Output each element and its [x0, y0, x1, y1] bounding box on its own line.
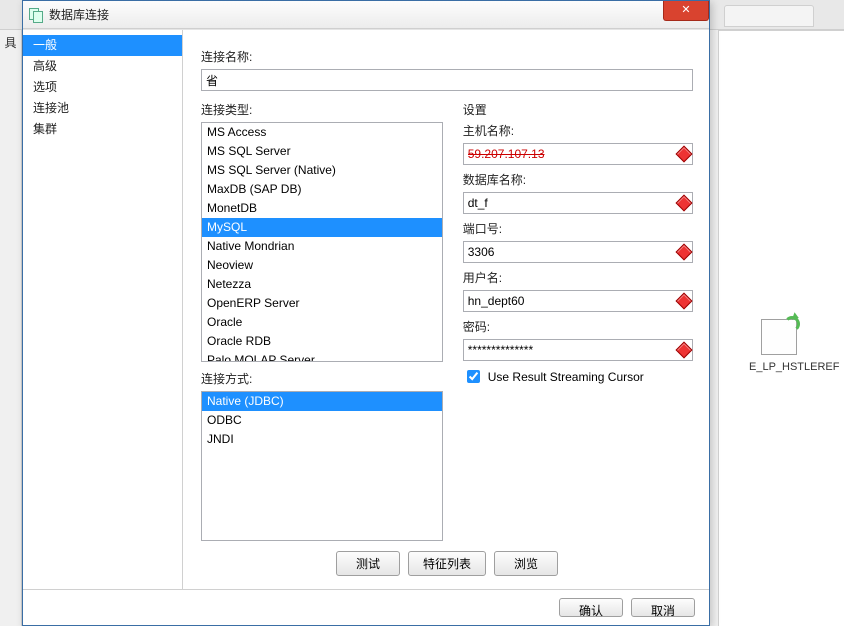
- streaming-cursor-label: Use Result Streaming Cursor: [488, 370, 644, 384]
- db-name-input[interactable]: [463, 192, 693, 214]
- nav-item-集群[interactable]: 集群: [23, 119, 182, 140]
- connection-mode-listbox[interactable]: Native (JDBC)ODBCJNDI: [201, 391, 443, 541]
- streaming-cursor-checkbox-row[interactable]: Use Result Streaming Cursor: [463, 367, 693, 386]
- dialog-title: 数据库连接: [49, 6, 109, 23]
- username-label: 用户名:: [463, 269, 693, 286]
- settings-title: 设置: [463, 101, 693, 118]
- conn-type-option[interactable]: Neoview: [202, 256, 442, 275]
- conn-mode-option[interactable]: ODBC: [202, 411, 442, 430]
- background-panel-right: E_LP_HSTLEREF: [718, 30, 844, 626]
- conn-type-option[interactable]: Palo MOLAP Server: [202, 351, 442, 362]
- conn-type-option[interactable]: Oracle: [202, 313, 442, 332]
- conn-type-option[interactable]: MS SQL Server: [202, 142, 442, 161]
- port-label: 端口号:: [463, 220, 693, 237]
- port-input[interactable]: [463, 241, 693, 263]
- browse-button[interactable]: 浏览: [494, 551, 558, 576]
- app-icon: [29, 8, 43, 22]
- form-area: 连接名称: 连接类型: MS AccessMS SQL ServerMS SQL…: [183, 30, 709, 589]
- password-input[interactable]: [463, 339, 693, 361]
- nav-item-高级[interactable]: 高级: [23, 56, 182, 77]
- database-connection-dialog: 数据库连接 一般高级选项连接池集群 连接名称: 连接类型: MS AccessM…: [22, 0, 710, 626]
- connection-mode-label: 连接方式:: [201, 370, 443, 387]
- host-input[interactable]: [463, 143, 693, 165]
- test-button[interactable]: 测试: [336, 551, 400, 576]
- conn-type-option[interactable]: Netezza: [202, 275, 442, 294]
- transformation-file-icon: [761, 319, 797, 355]
- connection-name-input[interactable]: [201, 69, 693, 91]
- username-input[interactable]: [463, 290, 693, 312]
- conn-mode-option[interactable]: JNDI: [202, 430, 442, 449]
- streaming-cursor-checkbox[interactable]: [467, 370, 480, 383]
- conn-type-option[interactable]: MS SQL Server (Native): [202, 161, 442, 180]
- connection-type-label: 连接类型:: [201, 101, 443, 118]
- transformation-file-label: E_LP_HSTLEREF: [749, 361, 839, 373]
- connection-name-label: 连接名称:: [201, 48, 693, 65]
- background-tab: [724, 5, 814, 27]
- nav-item-连接池[interactable]: 连接池: [23, 98, 182, 119]
- conn-type-option[interactable]: Native Mondrian: [202, 237, 442, 256]
- conn-type-option[interactable]: Oracle RDB: [202, 332, 442, 351]
- db-name-label: 数据库名称:: [463, 171, 693, 188]
- connection-type-listbox[interactable]: MS AccessMS SQL ServerMS SQL Server (Nat…: [201, 122, 443, 362]
- features-button[interactable]: 特征列表: [408, 551, 486, 576]
- nav-item-一般[interactable]: 一般: [23, 35, 182, 56]
- dialog-bottom-bar: 确认 取消: [23, 589, 709, 625]
- close-button[interactable]: [663, 1, 709, 21]
- conn-type-option[interactable]: OpenERP Server: [202, 294, 442, 313]
- left-edge-strip: 具: [0, 30, 22, 626]
- conn-type-option[interactable]: MaxDB (SAP DB): [202, 180, 442, 199]
- cancel-button[interactable]: 取消: [631, 598, 695, 617]
- conn-mode-option[interactable]: Native (JDBC): [202, 392, 442, 411]
- conn-type-option[interactable]: MySQL: [202, 218, 442, 237]
- nav-item-选项[interactable]: 选项: [23, 77, 182, 98]
- host-label: 主机名称:: [463, 122, 693, 139]
- conn-type-option[interactable]: MS Access: [202, 123, 442, 142]
- ok-button[interactable]: 确认: [559, 598, 623, 617]
- conn-type-option[interactable]: MonetDB: [202, 199, 442, 218]
- dialog-titlebar: 数据库连接: [23, 1, 709, 29]
- password-label: 密码:: [463, 318, 693, 335]
- category-nav: 一般高级选项连接池集群: [23, 30, 183, 589]
